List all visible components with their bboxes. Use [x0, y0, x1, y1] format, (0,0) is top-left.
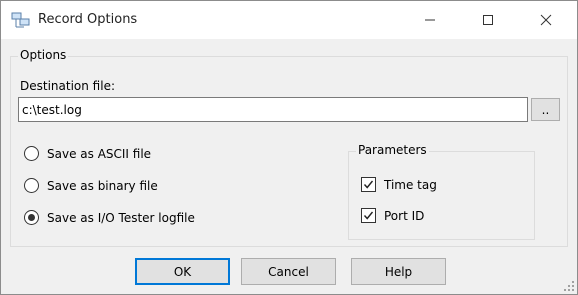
checkbox-port-id[interactable]: Port ID: [361, 208, 424, 223]
checkbox-label: Time tag: [384, 177, 437, 192]
maximize-button[interactable]: [465, 1, 511, 39]
title-bar[interactable]: Record Options: [1, 1, 577, 39]
radio-save-ascii[interactable]: Save as ASCII file: [24, 146, 151, 161]
radio-circle-selected[interactable]: [24, 210, 39, 225]
minimize-icon: [425, 19, 435, 21]
checkmark-icon: [363, 180, 374, 189]
close-icon: [540, 14, 552, 26]
options-group-label: Options: [18, 48, 69, 62]
checkbox-time-tag[interactable]: Time tag: [361, 177, 437, 192]
checkbox-box[interactable]: [361, 208, 376, 223]
radio-label: Save as ASCII file: [47, 146, 152, 161]
record-options-dialog: Record Options Options Destination file:…: [0, 0, 578, 295]
maximize-icon: [483, 15, 493, 25]
checkbox-box[interactable]: [361, 177, 376, 192]
resize-grip-icon[interactable]: [563, 280, 575, 292]
radio-label: Save as binary file: [47, 178, 158, 193]
destination-file-input[interactable]: [18, 97, 528, 122]
radio-save-io-tester-logfile[interactable]: Save as I/O Tester logfile: [24, 210, 195, 225]
cancel-button[interactable]: Cancel: [241, 258, 336, 285]
app-icon: [11, 12, 31, 30]
radio-save-binary[interactable]: Save as binary file: [24, 178, 158, 193]
close-button[interactable]: [523, 1, 569, 39]
radio-circle[interactable]: [24, 178, 39, 193]
parameters-group-label: Parameters: [356, 143, 429, 157]
parameters-groupbox: Parameters: [348, 143, 535, 240]
checkmark-icon: [363, 211, 374, 220]
browse-button[interactable]: ..: [531, 98, 560, 121]
destination-file-label: Destination file:: [20, 79, 115, 93]
ok-button[interactable]: OK: [135, 258, 230, 285]
radio-circle[interactable]: [24, 146, 39, 161]
radio-label: Save as I/O Tester logfile: [47, 210, 195, 225]
minimize-button[interactable]: [407, 1, 453, 39]
window-title: Record Options: [38, 12, 138, 27]
checkbox-label: Port ID: [384, 208, 425, 223]
help-button[interactable]: Help: [351, 258, 446, 285]
